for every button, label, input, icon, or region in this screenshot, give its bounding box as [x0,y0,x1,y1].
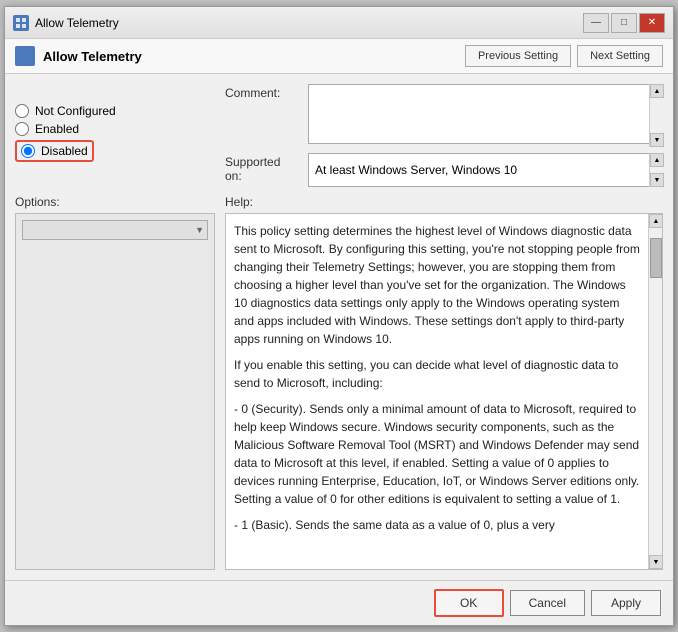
supported-content: At least Windows Server, Windows 10 [308,153,663,187]
maximize-button[interactable]: □ [611,13,637,33]
help-content: This policy setting determines the highe… [225,213,663,570]
next-setting-button[interactable]: Next Setting [577,45,663,67]
help-panel: Help: This policy setting determines the… [225,195,663,570]
radio-not-configured-input[interactable] [15,104,29,118]
radio-group: Not Configured Enabled Disabled [15,104,215,162]
help-para-3: - 0 (Security). Sends only a minimal amo… [234,400,642,508]
help-para-4: - 1 (Basic). Sends the same data as a va… [234,516,642,534]
window-title: Allow Telemetry [35,16,119,30]
right-panel: Comment: ▲ ▼ Supported on: [225,84,663,187]
help-scrollbar: ▲ ▼ [648,214,662,569]
close-button[interactable]: ✕ [639,13,665,33]
options-panel: Options: ▼ [15,195,215,570]
help-scroll-track [649,228,662,555]
comment-row: Comment: ▲ ▼ [225,84,663,147]
radio-not-configured[interactable]: Not Configured [15,104,215,118]
content-area: Not Configured Enabled Disabled [5,74,673,580]
help-scroll-down[interactable]: ▼ [649,555,663,569]
radio-not-configured-label: Not Configured [35,104,116,118]
apply-button[interactable]: Apply [591,590,661,616]
help-para-1: This policy setting determines the highe… [234,222,642,348]
cancel-button[interactable]: Cancel [510,590,585,616]
options-dropdown[interactable] [22,220,208,240]
bottom-bar: OK Cancel Apply [5,580,673,625]
radio-disabled-input[interactable] [21,144,35,158]
radio-disabled[interactable]: Disabled [15,140,215,162]
help-para-2: If you enable this setting, you can deci… [234,356,642,392]
main-window: Allow Telemetry — □ ✕ Allow Telemetry Pr… [4,6,674,626]
supported-row: Supported on: At least Windows Server, W… [225,153,663,187]
radio-disabled-label: Disabled [41,144,88,158]
comment-textarea[interactable] [308,84,663,144]
ok-button[interactable]: OK [434,589,504,617]
options-label: Options: [15,195,215,209]
comment-label: Comment: [225,84,300,100]
header-icon [15,46,35,66]
title-controls: — □ ✕ [583,13,665,33]
dropdown-wrapper: ▼ [22,220,208,240]
help-scroll-up[interactable]: ▲ [649,214,663,228]
supported-scrollbar: ▲ ▼ [649,153,663,187]
supported-wrapper: At least Windows Server, Windows 10 ▲ ▼ [308,153,663,187]
help-scroll-thumb[interactable] [650,238,662,278]
previous-setting-button[interactable]: Previous Setting [465,45,571,67]
minimize-button[interactable]: — [583,13,609,33]
radio-enabled-label: Enabled [35,122,79,136]
radio-enabled[interactable]: Enabled [15,122,215,136]
window-icon [13,15,29,31]
supported-value: At least Windows Server, Windows 10 [315,163,517,177]
comment-scrollbar: ▲ ▼ [649,84,663,147]
title-bar-left: Allow Telemetry [13,15,119,31]
header-bar: Allow Telemetry Previous Setting Next Se… [5,39,673,74]
options-content: ▼ [15,213,215,570]
top-section: Not Configured Enabled Disabled [15,84,663,187]
comment-scroll-track [650,98,663,133]
title-bar: Allow Telemetry — □ ✕ [5,7,673,39]
left-panel: Not Configured Enabled Disabled [15,84,215,187]
header-title: Allow Telemetry [43,49,457,64]
middle-section: Options: ▼ Help: This policy setting det… [15,195,663,570]
supported-label: Supported on: [225,153,300,183]
header-buttons: Previous Setting Next Setting [465,45,663,67]
disabled-highlight-box: Disabled [15,140,94,162]
radio-enabled-input[interactable] [15,122,29,136]
help-label: Help: [225,195,663,209]
help-text: This policy setting determines the highe… [226,214,662,569]
comment-scroll-wrapper: ▲ ▼ [308,84,663,147]
comment-scroll-down[interactable]: ▼ [650,133,664,147]
comment-scroll-up[interactable]: ▲ [650,84,664,98]
supported-scroll-up[interactable]: ▲ [650,153,664,167]
supported-scroll-down[interactable]: ▼ [650,173,664,187]
